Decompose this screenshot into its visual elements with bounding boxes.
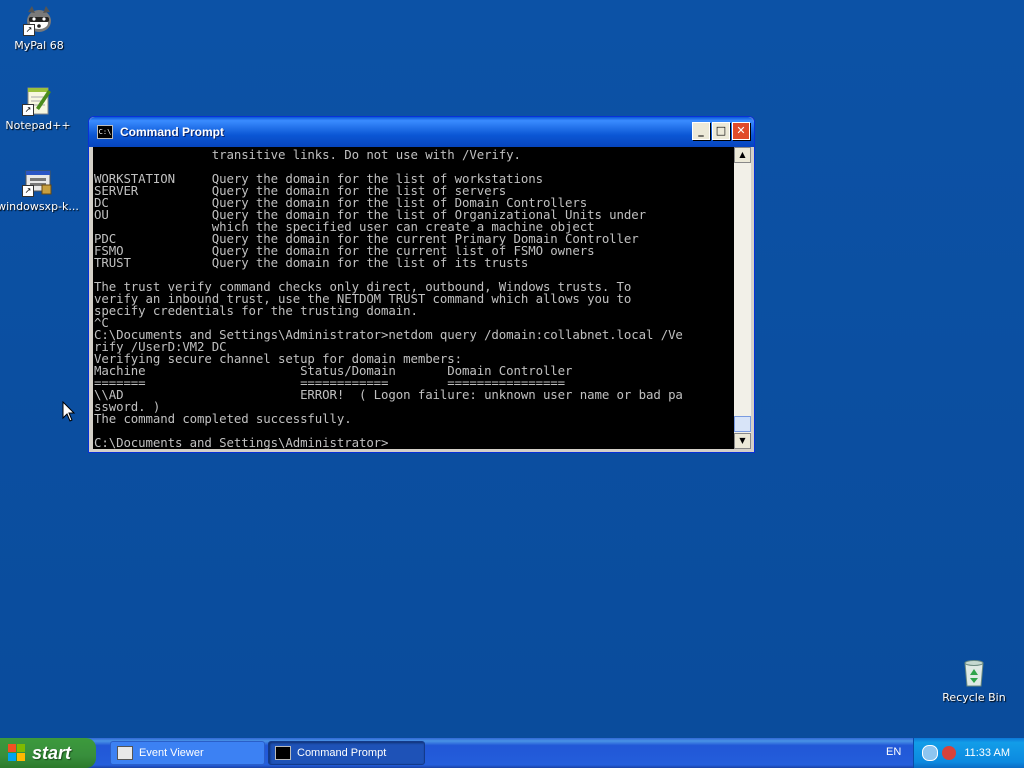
start-button[interactable]: start [0, 738, 96, 768]
windows-logo-icon [8, 744, 26, 762]
window-titlebar[interactable]: C:\ Command Prompt _ □ ✕ [89, 117, 754, 147]
raccoon-icon: ↗ [23, 4, 55, 36]
maximize-button[interactable]: □ [712, 122, 730, 140]
console-text[interactable]: transitive links. Do not use with /Verif… [93, 147, 736, 449]
close-button[interactable]: ✕ [732, 122, 750, 140]
desktop-icon-notepadpp[interactable]: ↗ Notepad++ [0, 84, 80, 132]
taskbar-item-event-viewer[interactable]: Event Viewer [110, 741, 265, 765]
vertical-scrollbar[interactable]: ▲ ▼ [734, 147, 751, 449]
cmd-icon: C:\ [97, 125, 113, 139]
taskbar-item-command-prompt[interactable]: Command Prompt [268, 741, 425, 765]
desktop: ↗ MyPal 68 ↗ Notepad++ ↗ windowsxp-k... … [0, 0, 1024, 738]
event-viewer-icon [117, 746, 133, 760]
desktop-icon-label: Recycle Bin [942, 691, 1006, 704]
clock[interactable]: 11:33 AM [964, 747, 1010, 759]
desktop-icon-label: MyPal 68 [14, 39, 64, 52]
start-label: start [32, 742, 72, 763]
scroll-down-arrow-icon[interactable]: ▼ [734, 433, 751, 449]
recycle-bin-icon [958, 656, 990, 688]
shortcut-arrow-icon: ↗ [22, 104, 34, 116]
command-prompt-window[interactable]: C:\ Command Prompt _ □ ✕ transitive link… [88, 116, 755, 453]
language-indicator[interactable]: EN [886, 746, 901, 758]
network-icon[interactable] [922, 745, 938, 761]
desktop-icon-label: windowsxp-k... [0, 200, 79, 213]
scroll-thumb[interactable] [734, 416, 751, 432]
scroll-up-arrow-icon[interactable]: ▲ [734, 147, 751, 163]
system-tray: 11:33 AM [913, 738, 1024, 768]
window-title: Command Prompt [120, 125, 225, 139]
shortcut-arrow-icon: ↗ [22, 185, 34, 197]
desktop-icon-label: Notepad++ [5, 119, 71, 132]
mouse-cursor-icon [62, 400, 76, 427]
console-output[interactable]: transitive links. Do not use with /Verif… [93, 147, 736, 449]
taskbar-item-label: Command Prompt [297, 747, 387, 759]
minimize-button[interactable]: _ [692, 122, 710, 140]
security-icon[interactable] [942, 746, 956, 760]
desktop-icon-recycle-bin[interactable]: Recycle Bin [932, 656, 1016, 704]
desktop-icon-mypal[interactable]: ↗ MyPal 68 [0, 4, 81, 52]
taskbar-item-label: Event Viewer [139, 747, 204, 759]
taskbar: start Event Viewer Command Prompt EN 11:… [0, 738, 1024, 768]
shortcut-arrow-icon: ↗ [23, 24, 35, 36]
notepad-icon: ↗ [22, 84, 54, 116]
installer-icon: ↗ [22, 165, 54, 197]
cmd-icon [275, 746, 291, 760]
desktop-icon-windowsxp-kb[interactable]: ↗ windowsxp-k... [0, 165, 80, 213]
